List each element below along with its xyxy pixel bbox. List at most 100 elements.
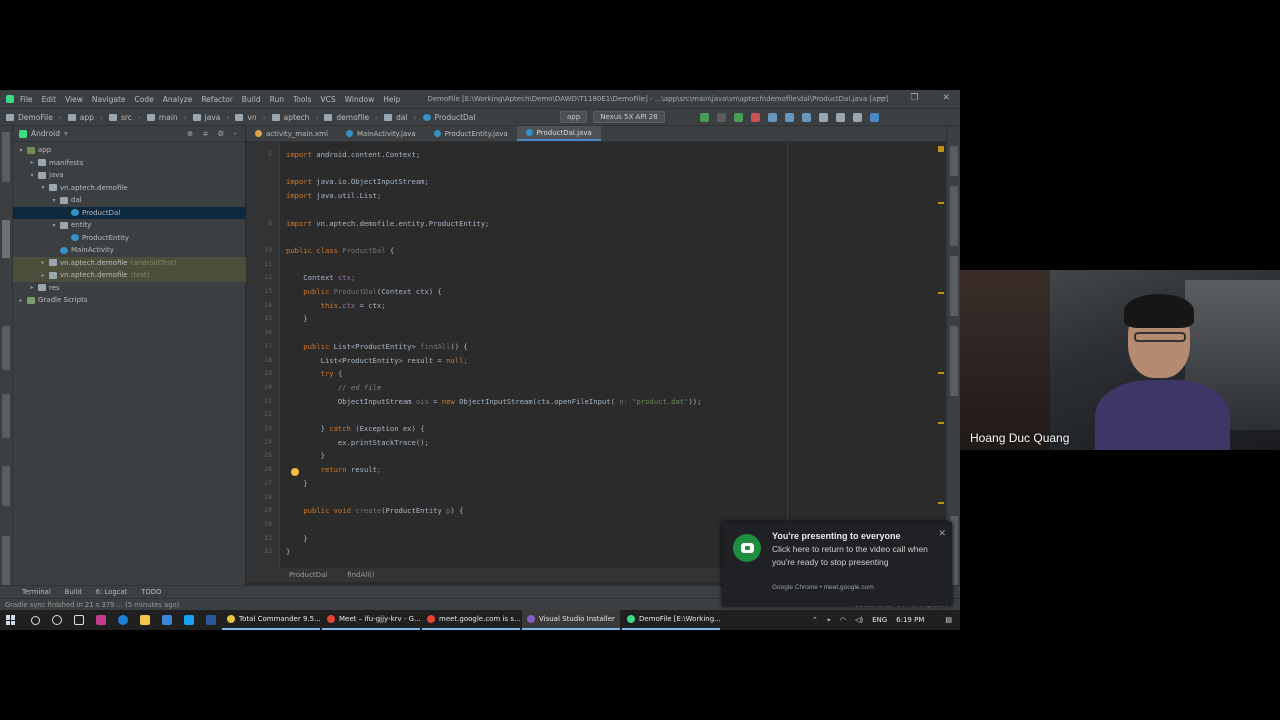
user-icon[interactable] (870, 113, 879, 122)
breadcrumb-method[interactable]: findAll() (347, 571, 374, 579)
search-icon[interactable] (31, 615, 40, 625)
menu-item-help[interactable]: Help (383, 95, 400, 104)
breadcrumb-item[interactable]: DemoFile › (6, 113, 62, 122)
debug-icon[interactable] (734, 113, 743, 122)
edge-icon[interactable] (118, 615, 128, 625)
volume-icon[interactable]: ◁) (855, 616, 863, 624)
breadcrumb-item[interactable]: src › (108, 113, 141, 122)
build-variants-tab[interactable] (2, 394, 10, 438)
taskbar-task[interactable]: Total Commander 9.5... (222, 610, 320, 630)
clock[interactable]: 6:19 PM (896, 616, 924, 624)
structure-tab[interactable] (2, 466, 10, 506)
code-line[interactable]: import android.content.Context; (286, 150, 420, 159)
code-line[interactable]: public void create(ProductEntity p) { (286, 506, 463, 515)
apply-changes-icon[interactable] (717, 113, 726, 122)
stop-icon[interactable] (751, 113, 760, 122)
menu-item-run[interactable]: Run (270, 95, 284, 104)
menu-item-code[interactable]: Code (135, 95, 154, 104)
skype-icon[interactable] (184, 615, 194, 625)
code-line[interactable]: } (286, 479, 307, 488)
menu-item-window[interactable]: Window (345, 95, 375, 104)
breadcrumb-class[interactable]: ProductDal (289, 571, 327, 579)
breadcrumb-item[interactable]: vn › (235, 113, 266, 122)
code-line[interactable]: try { (286, 369, 343, 378)
gradle-tab[interactable] (950, 146, 958, 176)
taskbar-task[interactable]: Visual Studio Installer (522, 610, 620, 630)
taskbar-task[interactable]: meet.google.com is s... (422, 610, 520, 630)
tree-item[interactable]: ▸ vn.aptech.demofile (test) (13, 269, 246, 282)
app-icon[interactable] (96, 615, 106, 625)
tree-item[interactable]: ▾ app (13, 144, 246, 157)
code-line[interactable]: List<ProductEntity> result = null; (286, 356, 468, 365)
project-tab[interactable] (2, 220, 10, 258)
resource-manager-tab[interactable] (2, 132, 10, 182)
tree-item[interactable]: ▸ vn.aptech.demofile (androidTest) (13, 256, 246, 269)
code-line[interactable]: public class ProductDal { (286, 246, 394, 255)
wifi-icon[interactable]: ◠ (840, 616, 846, 624)
breadcrumb-item[interactable]: main › (146, 113, 187, 122)
bottom-tool-terminal[interactable]: Terminal (22, 588, 51, 596)
breadcrumb-item[interactable]: demofile › (324, 113, 378, 122)
minimize-icon[interactable]: — (877, 93, 886, 103)
maximize-icon[interactable]: ❐ (910, 93, 918, 103)
breadcrumb-item[interactable]: app › (67, 113, 103, 122)
tree-item[interactable]: ProductDal (13, 206, 246, 219)
cortana-icon[interactable] (52, 615, 62, 625)
tree-item[interactable]: ProductEntity (13, 232, 246, 245)
menu-item-file[interactable]: File (20, 95, 33, 104)
chevron-icon[interactable]: ▸ (28, 284, 36, 291)
breadcrumb-item[interactable]: ProductDal (422, 113, 475, 122)
chevron-icon[interactable]: ▾ (28, 172, 36, 179)
tree-item[interactable]: ▾ dal (13, 194, 246, 207)
windows-start-icon[interactable] (6, 615, 16, 625)
tree-item[interactable]: ▾ java (13, 169, 246, 182)
flutter-performance-tab[interactable] (950, 326, 958, 396)
editor-tab[interactable]: ProductEntity.java (425, 126, 517, 141)
code-line[interactable]: } (286, 534, 307, 543)
editor-tab[interactable]: ProductDal.java (516, 126, 601, 141)
breadcrumb-item[interactable]: java › (192, 113, 229, 122)
code-line[interactable]: this.ctx = ctx; (286, 301, 386, 310)
run-icon[interactable] (700, 113, 709, 122)
participant-video[interactable]: Hoang Duc Quang (960, 270, 1280, 450)
menu-item-vcs[interactable]: VCS (320, 95, 335, 104)
menu-item-edit[interactable]: Edit (42, 95, 57, 104)
chevron-icon[interactable]: ▸ (39, 259, 47, 266)
chevron-icon[interactable]: ▾ (50, 222, 58, 229)
mail-icon[interactable] (162, 615, 172, 625)
code-line[interactable]: return result; (286, 465, 382, 474)
favorites-tab[interactable] (2, 326, 10, 370)
code-line[interactable]: public List<ProductEntity> findAll() { (286, 342, 467, 351)
chevron-icon[interactable]: ▸ (17, 297, 25, 304)
lightbulb-icon[interactable] (291, 468, 299, 476)
code-line[interactable]: ex.printStackTrace(); (286, 438, 429, 447)
code-line[interactable]: import vn.aptech.demofile.entity.Product… (286, 219, 489, 228)
menu-item-analyze[interactable]: Analyze (163, 95, 193, 104)
chevron-icon[interactable]: ▸ (39, 272, 47, 279)
task-view-icon[interactable] (74, 615, 84, 625)
avd-manager-icon[interactable] (785, 113, 794, 122)
code-line[interactable]: } (286, 314, 307, 323)
hide-icon[interactable]: – (233, 129, 237, 138)
menu-item-build[interactable]: Build (242, 95, 261, 104)
gear-icon[interactable]: ⚙ (218, 129, 225, 138)
code-line[interactable]: // ed file (286, 383, 381, 392)
run-config-select[interactable]: app (560, 111, 588, 123)
editor-tab[interactable]: MainActivity.java (337, 126, 425, 141)
bottom-tool-logcat[interactable]: 6: Logcat (96, 588, 127, 596)
chevron-icon[interactable]: ▸ (28, 159, 36, 166)
chevron-icon[interactable]: ▾ (39, 184, 47, 191)
tree-item[interactable]: ▾ vn.aptech.demofile (13, 182, 246, 195)
network-icon[interactable]: ⌖ (827, 616, 831, 625)
code-line[interactable]: import java.util.List; (286, 191, 381, 200)
bottom-tool-todo[interactable]: TODO (141, 588, 161, 596)
chevron-icon[interactable]: ▾ (50, 197, 58, 204)
code-line[interactable]: ObjectInputStream ois = new ObjectInputS… (286, 397, 702, 406)
notifications-icon[interactable]: ▤ (945, 616, 952, 624)
search-icon[interactable] (853, 113, 862, 122)
collapse-icon[interactable]: ≑ (202, 129, 208, 138)
device-select[interactable]: Nexus 5X API 28 (593, 111, 665, 123)
locate-icon[interactable]: ⊕ (187, 129, 193, 138)
menu-item-navigate[interactable]: Navigate (92, 95, 126, 104)
project-structure-icon[interactable] (836, 113, 845, 122)
